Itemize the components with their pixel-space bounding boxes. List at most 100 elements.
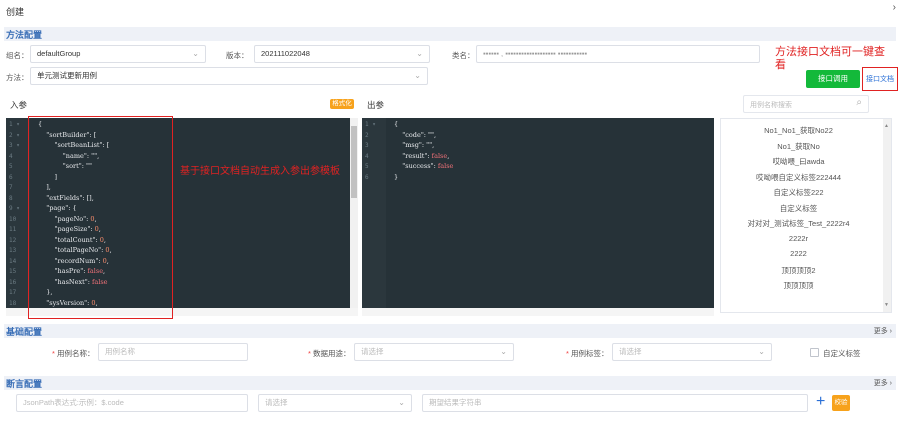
list-item[interactable]: 自定义标签 xyxy=(721,203,876,214)
method-select-value: 单元测试更新用例 xyxy=(37,71,97,80)
list-item[interactable]: No1_No1_获取No22 xyxy=(721,125,876,136)
input-line-number: 17 xyxy=(9,289,17,296)
case-name-label-text: 用例名称： xyxy=(57,349,95,358)
input-line-number: 9 ▾ xyxy=(9,205,20,212)
input-line-number: 18 xyxy=(9,299,17,307)
case-tag-select[interactable]: 请选择 ⌄ xyxy=(612,343,772,361)
chevron-down-icon: ⌄ xyxy=(414,71,421,80)
assert-more-link[interactable]: 更多 › xyxy=(874,378,892,388)
class-label: 类名： xyxy=(452,51,475,60)
method-select[interactable]: 单元测试更新用例 ⌄ xyxy=(30,67,428,85)
case-tag-label-text: 用例标签： xyxy=(571,349,609,358)
input-line-number: 11 xyxy=(9,226,17,233)
input-line-number: 16 xyxy=(9,278,17,286)
output-line-number: 2 xyxy=(365,131,369,139)
output-line-number: 1 ▾ xyxy=(365,121,376,128)
section-method-config-label: 方法配置 xyxy=(6,30,43,40)
input-editor-scrollbar[interactable] xyxy=(350,118,358,308)
case-search-input[interactable]: 用例名称搜索 xyxy=(750,100,792,110)
input-line-number: 10 xyxy=(9,215,17,223)
list-item[interactable]: 2222r xyxy=(721,234,876,243)
section-method-config: 方法配置 xyxy=(4,27,896,41)
format-button[interactable]: 格式化 xyxy=(330,99,354,109)
list-item[interactable]: 对对对_测试标签_Test_2222r4 xyxy=(721,218,876,229)
output-params-label: 出参 xyxy=(367,100,385,110)
version-label: 版本： xyxy=(226,51,249,60)
output-line-number: 4 xyxy=(365,152,369,160)
class-select[interactable]: ▪▪▪▪▪▪ , ▪▪▪▪▪▪▪▪▪▪▪▪▪▪▪▪▪▪▪ ▪▪▪▪▪▪▪▪▪▪▪ xyxy=(476,45,760,63)
input-editor-scroll-thumb[interactable] xyxy=(351,126,357,198)
group-select-value: defaultGroup xyxy=(37,49,81,58)
section-assert-config: 断言配置 更多 › xyxy=(4,376,896,390)
list-item[interactable]: 顶顶顶顶 xyxy=(721,280,876,291)
data-use-placeholder: 请选择 xyxy=(361,347,384,356)
input-line-number: 8 xyxy=(9,194,13,202)
data-use-label-text: 数据用途： xyxy=(313,349,351,358)
section-basic-config-label: 基础配置 xyxy=(6,327,43,337)
expected-input[interactable]: 期望结果字符串 xyxy=(422,394,808,412)
custom-tag-checkbox[interactable] xyxy=(810,348,819,357)
output-code-line: "success": false xyxy=(394,162,454,170)
add-icon[interactable]: + xyxy=(816,393,825,411)
output-code-line: "result": false, xyxy=(394,151,450,160)
list-item[interactable]: 顶顶顶顶2 xyxy=(721,265,876,276)
verify-button[interactable]: 校验 xyxy=(832,395,850,411)
custom-tag-label: 自定义标签 xyxy=(823,349,861,358)
input-line-number: 3 ▾ xyxy=(9,142,20,149)
scroll-up-icon[interactable]: ▲ xyxy=(884,123,889,129)
case-list: No1_No1_获取No22 No1_获取No 哎呦喂_曰awda 哎呦喂自定义标签2… xyxy=(720,118,892,313)
section-assert-config-label: 断言配置 xyxy=(6,379,43,389)
output-code-line: "msg": "", xyxy=(394,141,435,149)
editor-annotation: 基于接口文档自动生成入参出参模板 xyxy=(180,166,340,177)
list-item[interactable]: 哎呦喂自定义标签222444 xyxy=(721,172,876,183)
list-item[interactable]: 哎呦喂_曰awda xyxy=(721,156,876,167)
case-name-input[interactable]: 用例名称 xyxy=(98,343,248,361)
section-basic-config: 基础配置 更多 › xyxy=(4,324,896,338)
output-editor-hscrollbar[interactable] xyxy=(362,308,714,316)
input-line-number: 13 xyxy=(9,247,17,254)
search-icon[interactable]: ⌕ xyxy=(856,97,862,108)
scroll-down-icon[interactable]: ▼ xyxy=(884,302,889,308)
version-select[interactable]: 202111022048 ⌄ xyxy=(254,45,430,63)
input-line-number: 6 xyxy=(9,173,13,181)
invoke-button[interactable]: 接口调用 xyxy=(806,70,860,88)
case-name-placeholder: 用例名称 xyxy=(105,347,135,356)
editor-highlight xyxy=(28,116,173,319)
output-code-line: "code": "", xyxy=(394,130,437,139)
case-tag-label: * 用例标签： xyxy=(566,349,609,358)
output-line-number: 6 xyxy=(365,173,369,181)
output-line-number: 3 xyxy=(365,142,369,149)
chevron-down-icon: ⌄ xyxy=(398,398,405,407)
chevron-down-icon: ⌄ xyxy=(500,347,507,356)
case-search-box[interactable]: 用例名称搜索 ⌕ xyxy=(743,95,869,113)
close-chevron-icon[interactable]: › xyxy=(893,2,896,13)
input-line-number: 2 ▾ xyxy=(9,131,20,139)
operator-placeholder: 请选择 xyxy=(265,398,288,407)
expected-placeholder: 期望结果字符串 xyxy=(429,398,482,407)
basic-more-link[interactable]: 更多 › xyxy=(874,326,892,336)
case-name-label: * 用例名称： xyxy=(52,349,95,358)
output-line-number: 5 xyxy=(365,163,369,170)
method-label: 方法： xyxy=(6,73,29,82)
output-code-line: } xyxy=(394,172,399,181)
doc-annotation-line1: 方法接口文档可一键查 xyxy=(775,46,885,58)
jsonpath-placeholder: JsonPath表达式:示例：$.code xyxy=(23,398,124,407)
list-item[interactable]: 自定义标签222 xyxy=(721,187,876,198)
input-line-number: 7 xyxy=(9,184,13,191)
list-item[interactable]: No1_获取No xyxy=(721,141,876,152)
output-code-line: { xyxy=(394,120,399,128)
input-line-number: 12 xyxy=(9,236,17,244)
class-select-value: ▪▪▪▪▪▪ , ▪▪▪▪▪▪▪▪▪▪▪▪▪▪▪▪▪▪▪ ▪▪▪▪▪▪▪▪▪▪▪ xyxy=(483,49,588,58)
operator-select[interactable]: 请选择 ⌄ xyxy=(258,394,412,412)
jsonpath-input[interactable]: JsonPath表达式:示例：$.code xyxy=(16,394,248,412)
input-line-number: 1 ▾ xyxy=(9,121,20,128)
case-list-scrollbar[interactable]: ▲ ▼ xyxy=(883,119,891,312)
input-line-number: 5 xyxy=(9,163,13,170)
input-line-number: 14 xyxy=(9,257,17,265)
output-editor[interactable]: 1 ▾ {2 "code": "", 3 "msg": "", 4 "result":… xyxy=(362,118,714,308)
group-select[interactable]: defaultGroup ⌄ xyxy=(30,45,206,63)
data-use-select[interactable]: 请选择 ⌄ xyxy=(354,343,514,361)
data-use-label: * 数据用途： xyxy=(308,349,351,358)
list-item[interactable]: 2222 xyxy=(721,249,876,258)
doc-button[interactable]: 接口文档 xyxy=(864,74,896,86)
